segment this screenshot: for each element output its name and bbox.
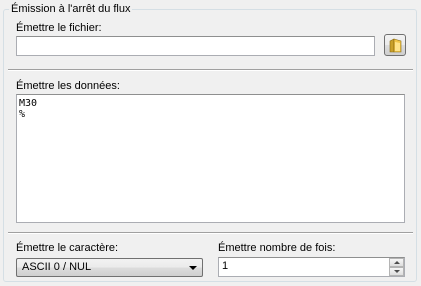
file-path-input[interactable] — [16, 36, 375, 56]
arrow-down-icon — [394, 270, 400, 273]
separator-top — [8, 69, 413, 71]
character-select-value: ASCII 0 / NUL — [22, 261, 92, 273]
spin-down-button[interactable] — [389, 267, 404, 276]
repeat-count-spinner[interactable]: 1 — [218, 257, 405, 277]
data-label: Émettre les données: — [16, 80, 120, 92]
repeat-label: Émettre nombre de fois: — [218, 242, 336, 254]
repeat-count-value[interactable]: 1 — [222, 260, 228, 273]
separator-bottom — [8, 232, 413, 234]
character-label: Émettre le caractère: — [16, 242, 119, 254]
spinner-buttons — [389, 258, 404, 276]
group-title: Émission à l'arrêt du flux — [9, 3, 133, 16]
folder-open-icon — [389, 38, 402, 53]
browse-file-button[interactable] — [384, 34, 406, 56]
data-textarea[interactable]: M30 % — [16, 94, 405, 223]
data-line: % — [19, 109, 26, 120]
character-select[interactable]: ASCII 0 / NUL — [16, 258, 203, 277]
arrow-up-icon — [394, 261, 400, 264]
chevron-down-icon — [189, 266, 197, 270]
data-line: M30 — [19, 98, 38, 109]
spin-up-button[interactable] — [389, 258, 404, 267]
file-label: Émettre le fichier: — [16, 22, 102, 34]
